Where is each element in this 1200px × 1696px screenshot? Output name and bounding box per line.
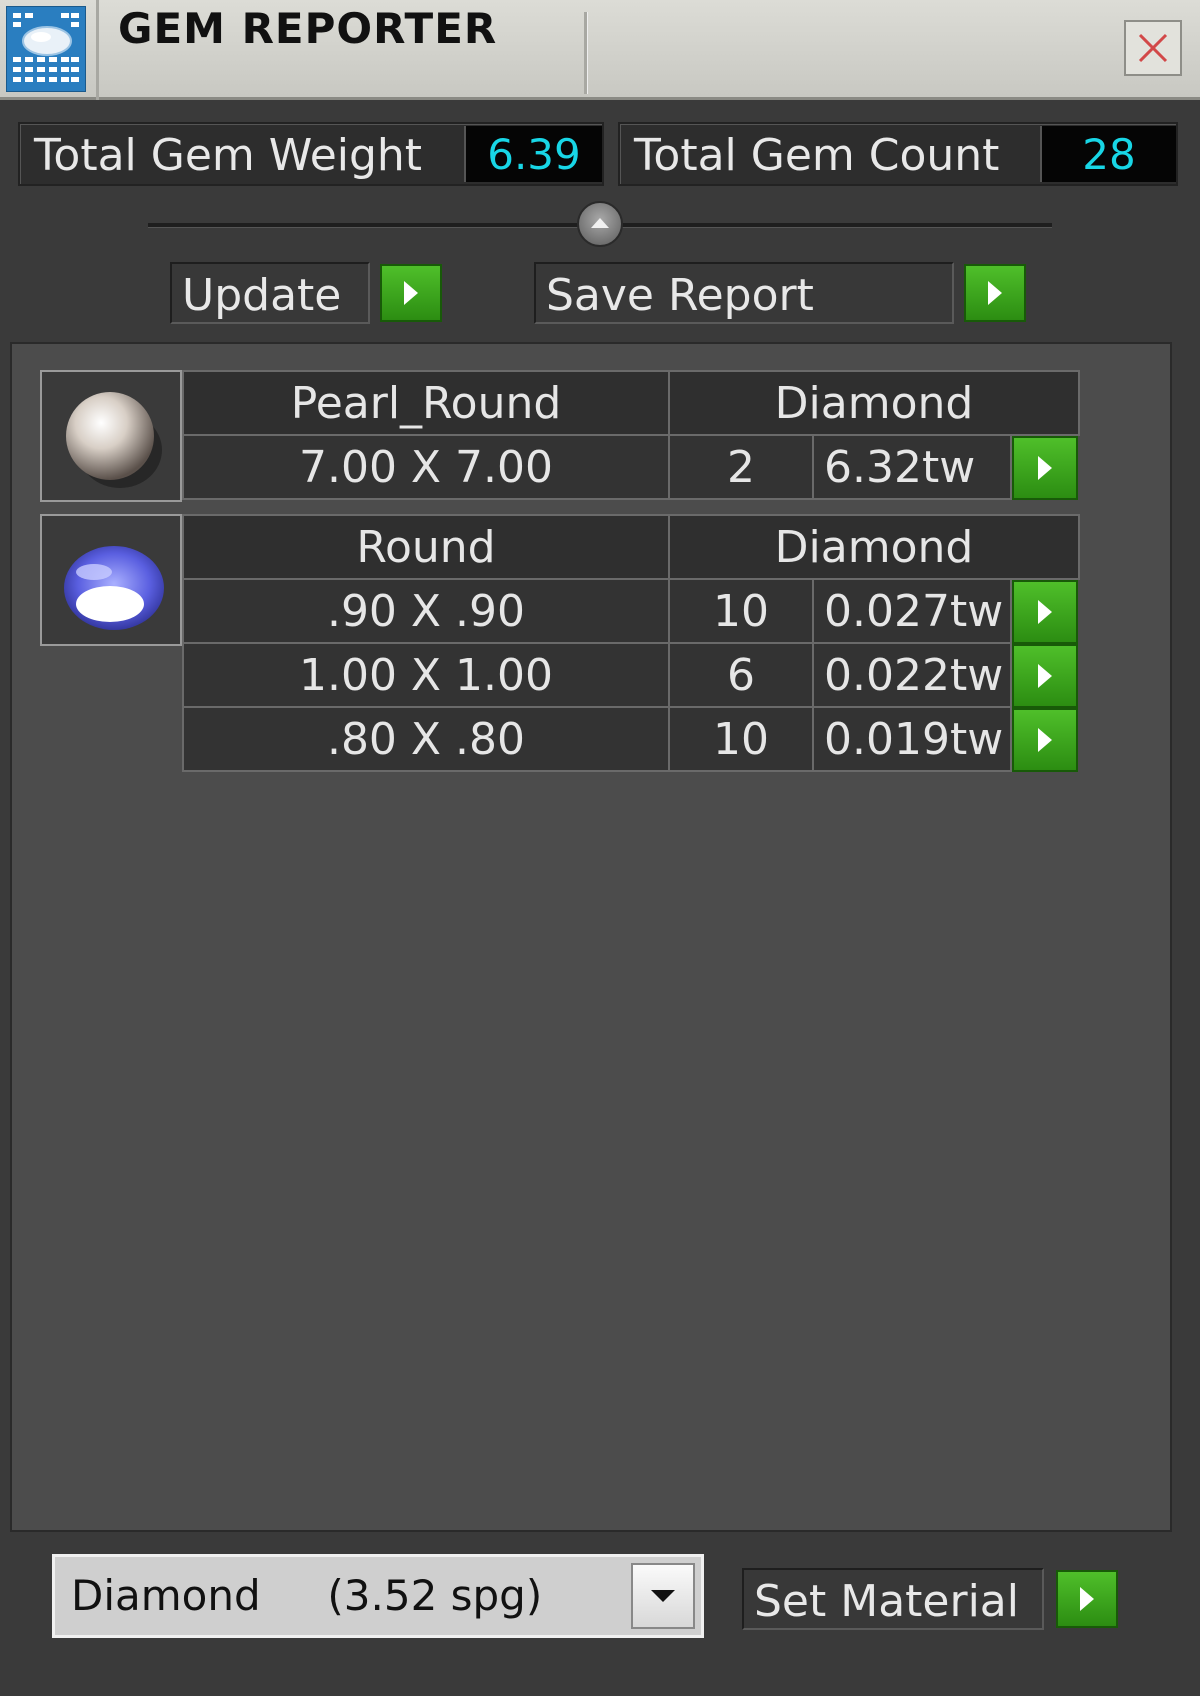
play-icon	[1038, 664, 1052, 688]
update-button[interactable]	[380, 264, 442, 322]
total-weight-label: Total Gem Weight	[34, 130, 423, 181]
gem-reporter-app-icon	[6, 6, 86, 92]
row-count: 2	[668, 434, 814, 500]
set-material-button[interactable]	[1056, 1570, 1118, 1628]
save-report-button[interactable]	[964, 264, 1026, 322]
row-size: 7.00 X 7.00	[182, 434, 670, 500]
row-count: 10	[668, 706, 814, 772]
play-icon	[1038, 600, 1052, 624]
row-count: 10	[668, 578, 814, 644]
round-gem-icon	[40, 514, 182, 646]
group-shape: Round	[182, 514, 670, 580]
total-count-label: Total Gem Count	[634, 130, 1000, 181]
play-icon	[1038, 456, 1052, 480]
pearl-icon	[40, 370, 182, 502]
close-button[interactable]	[1124, 20, 1182, 76]
row-size: .90 X .90	[182, 578, 670, 644]
play-icon	[988, 281, 1002, 305]
total-weight-value: 6.39	[464, 126, 602, 182]
play-icon	[1038, 728, 1052, 752]
row-weight: 0.027tw	[812, 578, 1012, 644]
gem-list-panel: Pearl_Round Diamond 7.00 X 7.00 2 6.32tw…	[10, 342, 1172, 1532]
row-weight: 0.022tw	[812, 642, 1012, 708]
play-icon	[404, 281, 418, 305]
select-gem-button[interactable]	[1012, 580, 1078, 644]
update-label-box: Update	[170, 262, 370, 324]
group-material: Diamond	[668, 370, 1080, 436]
update-label: Update	[182, 270, 342, 321]
total-count-box: Total Gem Count 28	[618, 122, 1178, 186]
material-selected: Diamond (3.52 spg)	[71, 1571, 543, 1620]
play-icon	[1080, 1587, 1094, 1611]
set-material-label-box: Set Material	[742, 1568, 1044, 1630]
chevron-up-icon	[591, 218, 609, 228]
material-dropdown[interactable]: Diamond (3.52 spg)	[52, 1554, 704, 1638]
title-divider	[96, 0, 99, 100]
row-weight: 0.019tw	[812, 706, 1012, 772]
dropdown-arrow-button[interactable]	[631, 1563, 695, 1629]
window-title: GEM REPORTER	[118, 4, 498, 53]
save-report-label: Save Report	[546, 270, 814, 321]
chevron-down-icon	[651, 1590, 675, 1602]
save-report-label-box: Save Report	[534, 262, 954, 324]
total-weight-box: Total Gem Weight 6.39	[18, 122, 604, 186]
splitter-knob[interactable]	[577, 201, 623, 247]
row-count: 6	[668, 642, 814, 708]
row-size: 1.00 X 1.00	[182, 642, 670, 708]
select-gem-button[interactable]	[1012, 436, 1078, 500]
total-count-value: 28	[1040, 126, 1176, 182]
title-bar: GEM REPORTER	[0, 0, 1200, 100]
row-size: .80 X .80	[182, 706, 670, 772]
close-icon	[1138, 33, 1168, 63]
select-gem-button[interactable]	[1012, 708, 1078, 772]
set-material-label: Set Material	[754, 1576, 1019, 1627]
select-gem-button[interactable]	[1012, 644, 1078, 708]
group-shape: Pearl_Round	[182, 370, 670, 436]
row-weight: 6.32tw	[812, 434, 1012, 500]
title-divider	[584, 12, 588, 94]
group-material: Diamond	[668, 514, 1080, 580]
